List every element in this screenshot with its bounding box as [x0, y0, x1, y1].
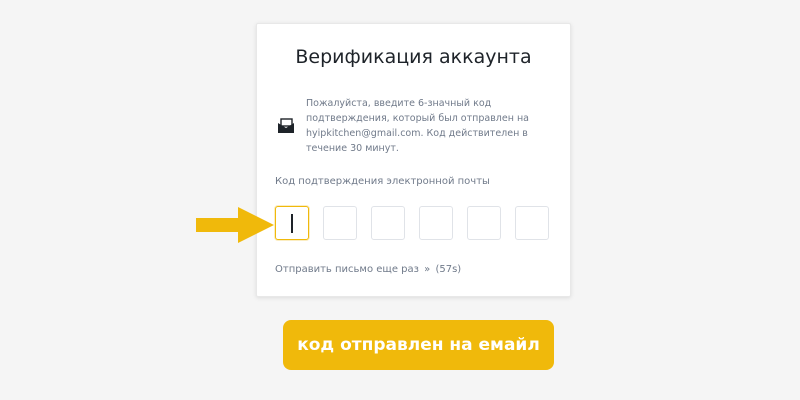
resend-label: Отправить письмо еще раз — [275, 264, 419, 275]
double-chevron-icon: » — [424, 264, 431, 275]
code-digit-input[interactable] — [467, 206, 501, 240]
email-code-label: Код подтверждения электронной почты — [275, 176, 490, 187]
page-title: Верификация аккаунта — [295, 46, 532, 68]
envelope-icon — [278, 118, 294, 133]
code-sent-banner: код отправлен на емайл — [283, 320, 554, 370]
resend-email-link[interactable]: Отправить письмо еще раз » (57s) — [275, 264, 461, 275]
code-input-row — [275, 206, 550, 240]
arrow-right-icon — [196, 207, 274, 243]
code-digit-input[interactable] — [323, 206, 357, 240]
resend-timer: (57s) — [435, 264, 462, 275]
code-digit-input[interactable] — [371, 206, 405, 240]
code-digit-input[interactable] — [515, 206, 549, 240]
text-caret — [291, 214, 293, 233]
code-digit-input[interactable] — [419, 206, 453, 240]
code-digit-input[interactable] — [275, 206, 309, 240]
verification-card: Верификация аккаунта Пожалуйста, введите… — [256, 23, 571, 297]
verification-info-text: Пожалуйста, введите 6-значный код подтве… — [306, 98, 529, 154]
